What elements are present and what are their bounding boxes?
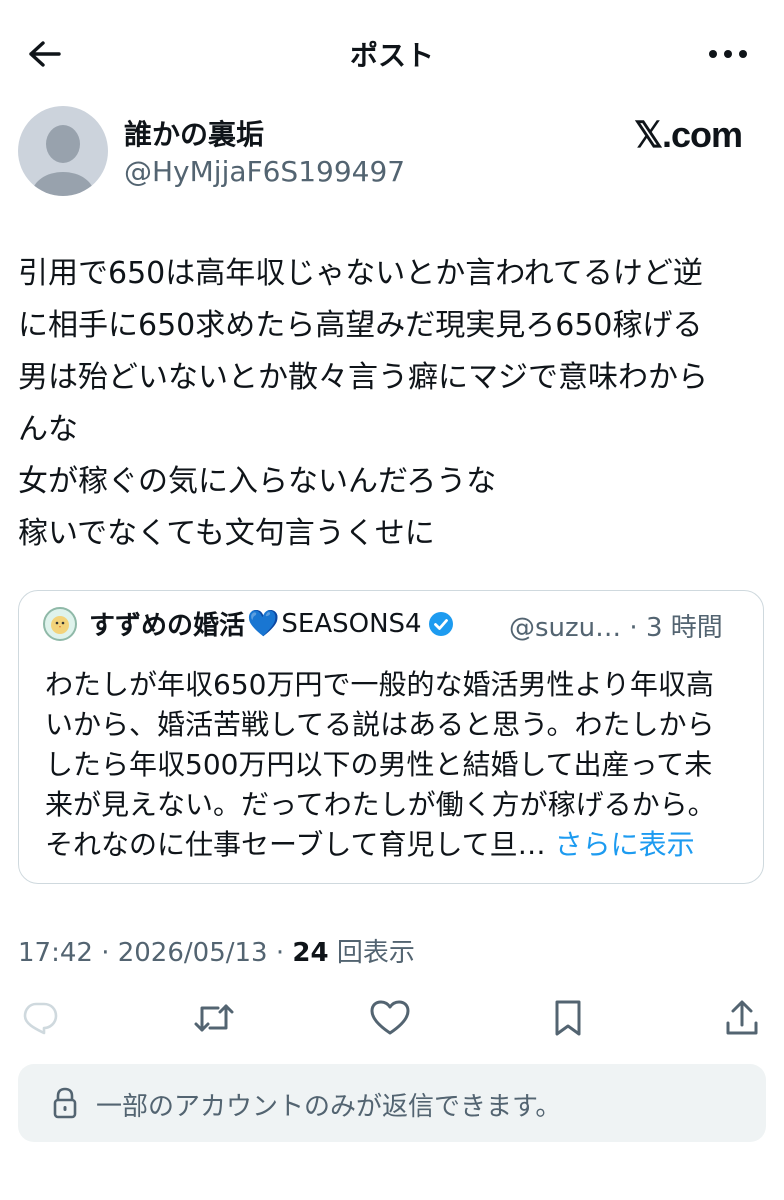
post-line: 引用で650は高年収じゃないとか言われてるけど逆 <box>18 256 703 291</box>
quoted-line: したら年収500万円以下の男性と結婚して出産って未 <box>45 748 713 781</box>
view-label: 回表示 <box>328 938 415 968</box>
post-line: 稼いでなくても文句言うくせに <box>18 516 435 551</box>
more-button[interactable] <box>706 36 750 72</box>
quoted-line: 来が見えない。だってわたしが働く方が稼げるから。 <box>45 788 716 821</box>
timestamp[interactable]: 17:42 · 2026/05/13 · <box>18 938 292 968</box>
repost-icon <box>194 1004 234 1032</box>
view-count: 24 <box>292 938 329 968</box>
reply-restriction-banner: 一部のアカウントのみが返信できます。 <box>18 1064 766 1142</box>
bookmark-button[interactable] <box>546 996 590 1040</box>
x-logo: 𝕏.com <box>633 114 743 155</box>
author-display-name[interactable]: 誰かの裏垢 <box>124 113 264 153</box>
share-button[interactable] <box>720 996 764 1040</box>
bookmark-icon <box>555 1000 581 1036</box>
post-text: 引用で650は高年収じゃないとか言われてるけど逆 に相手に650求めたら高望みだ… <box>18 248 768 560</box>
quoted-line: わたしが年収650万円で一般的な婚活男性より年収高 <box>45 668 714 701</box>
avatar[interactable] <box>18 106 108 196</box>
default-avatar-icon <box>32 125 94 196</box>
like-icon <box>370 1000 410 1035</box>
sparrow-avatar-icon <box>51 616 69 634</box>
post-line: んな <box>18 412 78 447</box>
show-more-link[interactable]: さらに表示 <box>555 828 695 861</box>
post-line: に相手に650求めたら高望みだ現実見ろ650稼げる <box>18 308 703 343</box>
quoted-display-name: すずめの婚活 💙 SEASONS4 <box>89 605 454 642</box>
blue-heart-icon: 💙 <box>247 608 280 639</box>
more-icon <box>709 50 747 58</box>
page-title: ポスト <box>349 39 434 72</box>
reply-button[interactable] <box>18 996 62 1040</box>
quoted-post[interactable]: すずめの婚活 💙 SEASONS4 @suzu… · 3 時間 わたしが年収65… <box>18 590 764 884</box>
top-bar: ポスト <box>0 0 784 104</box>
repost-button[interactable] <box>192 996 236 1040</box>
post-meta: 17:42 · 2026/05/13 · 24 回表示 <box>18 932 415 969</box>
reply-icon <box>23 1002 58 1035</box>
author-handle[interactable]: @HyMjjaF6S199497 <box>124 155 405 188</box>
like-button[interactable] <box>368 996 412 1040</box>
post-line: 男は殆どいないとか散々言う癖にマジで意味わから <box>18 360 708 395</box>
quoted-text: わたしが年収650万円で一般的な婚活男性より年収高 いから、婚活苦戦してる説はあ… <box>45 665 745 865</box>
quoted-avatar <box>43 607 77 641</box>
verified-badge-icon <box>428 611 453 636</box>
reply-restriction-text: 一部のアカウントのみが返信できます。 <box>96 1092 562 1122</box>
quoted-name-main: すずめの婚活 <box>89 611 246 641</box>
share-icon <box>726 1000 758 1035</box>
action-bar <box>0 996 784 1044</box>
quoted-name-suffix: SEASONS4 <box>281 608 422 639</box>
post-line: 女が稼ぐの気に入らないんだろうな <box>18 464 497 499</box>
lock-icon <box>53 1087 77 1119</box>
quoted-line: それなのに仕事セーブして育児して旦… <box>45 828 546 861</box>
quoted-line-last: それなのに仕事セーブして育児して旦… さらに表示 <box>45 825 745 865</box>
quoted-line: いから、婚活苦戦してる説はあると思う。わたしから <box>45 708 715 741</box>
quoted-handle-time: @suzu… · 3 時間 <box>509 613 723 643</box>
